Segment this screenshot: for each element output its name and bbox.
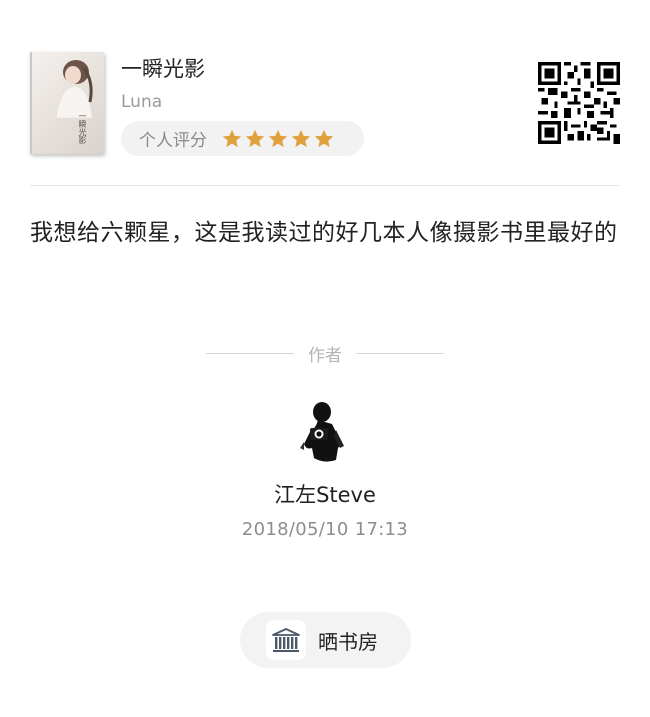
- star-icon: [291, 129, 311, 147]
- section-divider-left: [206, 353, 294, 354]
- review-text: 我想给六颗星，这是我读过的好几本人像摄影书里最好的: [30, 220, 618, 246]
- header-divider: [30, 185, 620, 186]
- section-divider-right: [356, 353, 444, 354]
- book-title[interactable]: 一瞬光影: [121, 53, 205, 83]
- qr-code-icon[interactable]: [538, 62, 620, 144]
- share-bookshelf-button[interactable]: 晒书房: [240, 612, 411, 668]
- rating-stars: [221, 128, 335, 150]
- star-icon: [268, 129, 288, 147]
- share-bookshelf-label: 晒书房: [318, 629, 378, 654]
- author-section-label: 作者: [0, 341, 650, 366]
- cover-title-text: 一瞬光影: [78, 112, 87, 144]
- cover-figure-illustration: [55, 60, 93, 119]
- bookshelf-icon: [266, 620, 306, 660]
- rating-label: 个人评分: [139, 131, 207, 151]
- author-avatar[interactable]: [298, 400, 350, 464]
- star-icon: [314, 129, 334, 147]
- personal-rating-badge: 个人评分: [121, 121, 364, 156]
- star-icon: [222, 129, 242, 147]
- book-cover-image[interactable]: 一瞬光影: [30, 52, 104, 154]
- star-icon: [245, 129, 265, 147]
- author-name[interactable]: 江左Steve: [0, 479, 650, 509]
- book-author[interactable]: Luna: [121, 92, 162, 112]
- section-label-text: 作者: [308, 346, 342, 366]
- post-datetime: 2018/05/10 17:13: [241, 519, 409, 540]
